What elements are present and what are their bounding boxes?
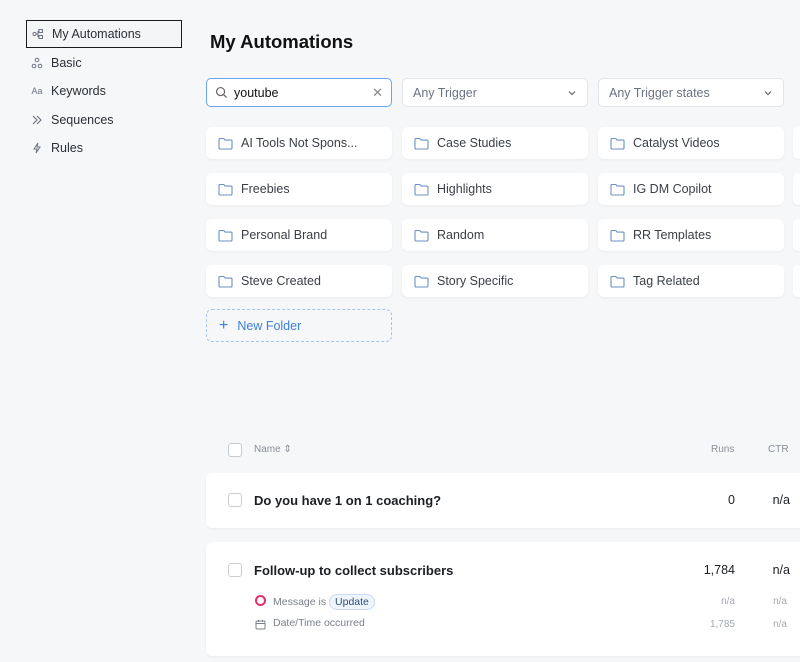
clear-search-icon[interactable]: ✕ [372,85,383,101]
folder-icon [414,275,429,288]
folder-label: Tag Related [633,274,700,288]
column-header-runs: Runs [711,444,735,455]
folder-label: Story Specific [437,274,514,288]
folder-item[interactable]: Steve Created [206,265,392,297]
folder-label: Highlights [437,182,492,196]
folder-icon [610,183,625,196]
row-checkbox[interactable] [228,563,242,577]
select-all-checkbox[interactable] [228,443,242,457]
folder-label: IG DM Copilot [633,182,712,196]
runs-value: 0 [728,493,735,507]
folder-item[interactable]: Personal Brand [206,219,392,251]
sidebar-item-label: My Automations [52,27,141,41]
plus-icon: + [219,316,229,334]
trigger-message: Message is Update [273,594,375,610]
folder-icon [218,137,233,150]
folder-item[interactable]: Tag Related [598,265,784,297]
folder-label: Case Studies [437,136,512,150]
folder-label: Catalyst Videos [633,136,720,150]
sidebar: My Automations Basic Aa Keywords Sequenc… [0,0,190,662]
calendar-icon [255,617,266,630]
automation-name[interactable]: Follow-up to collect subscribers [254,563,453,578]
trigger-states-filter-value: Any Trigger states [609,85,710,100]
page-title: My Automations [210,31,354,52]
folder-item[interactable]: RR Templates [598,219,784,251]
folder-icon [414,229,429,242]
rules-icon [31,142,43,154]
sidebar-item-label: Rules [51,141,83,155]
folder-icon [218,275,233,288]
instagram-icon [255,595,266,606]
trigger-badge: Update [329,594,375,610]
search-box[interactable]: ✕ [206,78,392,107]
column-header-ctr: CTR [768,444,789,455]
folder-item-offscreen[interactable] [793,219,800,251]
folder-icon [610,137,625,150]
folder-item[interactable]: Random [402,219,588,251]
trigger-runs-value: n/a [721,596,735,607]
ctr-value: n/a [772,493,790,507]
folder-item[interactable]: Story Specific [402,265,588,297]
automation-name[interactable]: Do you have 1 on 1 coaching? [254,493,441,508]
trigger-ctr-value: n/a [773,619,787,630]
trigger-ctr-value: n/a [773,596,787,607]
trigger-filter-value: Any Trigger [413,85,477,100]
folder-label: AI Tools Not Spons... [241,136,358,150]
folder-item-offscreen[interactable] [793,265,800,297]
trigger-datetime: Date/Time occurred [273,617,365,629]
folder-item[interactable]: Catalyst Videos [598,127,784,159]
ctr-value: n/a [772,563,790,577]
chevron-down-icon [764,90,772,95]
folder-label: RR Templates [633,228,712,242]
sidebar-item-rules[interactable]: Rules [26,134,182,162]
folder-item[interactable]: Freebies [206,173,392,205]
new-folder-button[interactable]: + New Folder [206,309,392,342]
folder-icon [218,229,233,242]
column-header-name[interactable]: Name ⇕ [254,444,292,455]
sidebar-item-label: Basic [51,56,82,70]
trigger-filter-select[interactable]: Any Trigger [402,78,588,107]
folder-icon [414,183,429,196]
folder-item[interactable]: Highlights [402,173,588,205]
basic-icon [31,57,43,69]
folder-icon [218,183,233,196]
search-icon [215,86,228,99]
folder-icon [610,275,625,288]
sidebar-item-keywords[interactable]: Aa Keywords [26,77,182,105]
folder-icon [414,137,429,150]
trigger-prefix: Message is [273,596,327,608]
row-checkbox[interactable] [228,493,242,507]
trigger-states-filter-select[interactable]: Any Trigger states [598,78,784,107]
folder-item-offscreen[interactable] [793,173,800,205]
sidebar-item-my-automations[interactable]: My Automations [26,20,182,48]
sequences-icon [31,114,43,126]
folder-label: Random [437,228,485,242]
folder-item[interactable]: IG DM Copilot [598,173,784,205]
runs-value: 1,784 [703,563,735,577]
sidebar-item-label: Keywords [51,84,106,98]
automations-icon [32,28,44,40]
folder-label: Personal Brand [241,228,328,242]
trigger-runs-value: 1,785 [709,619,735,630]
keywords-icon: Aa [31,86,43,96]
chevron-down-icon [568,90,576,95]
new-folder-label: New Folder [237,318,302,333]
folder-item[interactable]: AI Tools Not Spons... [206,127,392,159]
sidebar-item-sequences[interactable]: Sequences [26,106,182,134]
folder-icon [610,229,625,242]
sidebar-item-label: Sequences [51,113,114,127]
folder-label: Freebies [241,182,290,196]
folder-label: Steve Created [241,274,321,288]
folder-item-offscreen[interactable] [793,127,800,159]
folder-item[interactable]: Case Studies [402,127,588,159]
search-input[interactable] [234,85,354,100]
sidebar-item-basic[interactable]: Basic [26,49,182,77]
